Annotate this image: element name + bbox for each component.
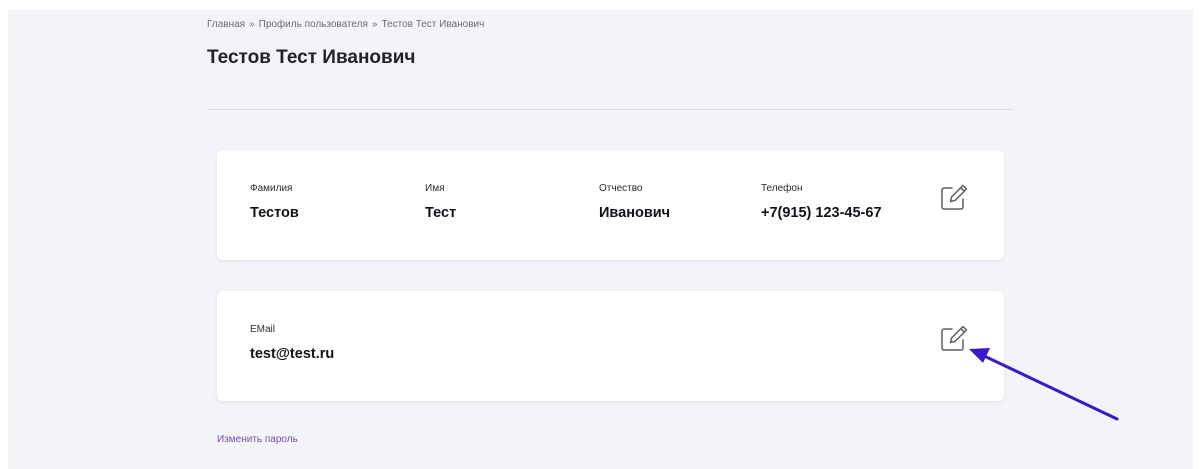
field-patronymic: Отчество Иванович <box>599 183 670 221</box>
field-surname-label: Фамилия <box>250 183 293 194</box>
field-first-name: Имя Тест <box>425 183 456 221</box>
field-patronymic-value: Иванович <box>599 205 671 221</box>
field-patronymic-label: Отчество <box>599 183 643 194</box>
pencil-square-icon <box>941 325 968 351</box>
field-first-name-label: Имя <box>425 183 445 194</box>
field-surname-value: Тестов <box>250 205 299 221</box>
field-email-value: test@test.ru <box>250 346 335 362</box>
edit-email-button[interactable] <box>938 322 970 354</box>
field-first-name-value: Тест <box>425 205 457 221</box>
change-password-link[interactable]: Изменить пароль <box>217 434 298 445</box>
breadcrumb-home[interactable]: Главная <box>207 19 245 30</box>
field-email: EMail test@test.ru <box>250 324 334 362</box>
breadcrumb-current: Тестов Тест Иванович <box>381 19 485 30</box>
field-phone: Телефон +7(915) 123-45-67 <box>761 183 882 221</box>
edit-profile-button[interactable] <box>938 181 970 213</box>
page-title: Тестов Тест Иванович <box>207 47 416 68</box>
email-card: EMail test@test.ru <box>217 291 1004 401</box>
field-email-label: EMail <box>250 324 276 335</box>
breadcrumb: Главная» Профиль пользователя» Тестов Тест… <box>207 19 484 30</box>
breadcrumb-profile[interactable]: Профиль пользователя <box>259 19 368 30</box>
field-phone-value: +7(915) 123-45-67 <box>761 205 882 221</box>
breadcrumb-separator: » <box>371 19 378 30</box>
breadcrumb-separator: » <box>249 19 255 30</box>
divider <box>207 109 1014 110</box>
profile-name-card: Фамилия Тестов Имя Тест Отчество Иванови… <box>217 150 1004 260</box>
field-phone-label: Телефон <box>761 183 803 194</box>
pencil-square-icon <box>941 184 968 210</box>
field-surname: Фамилия Тестов <box>250 183 299 221</box>
